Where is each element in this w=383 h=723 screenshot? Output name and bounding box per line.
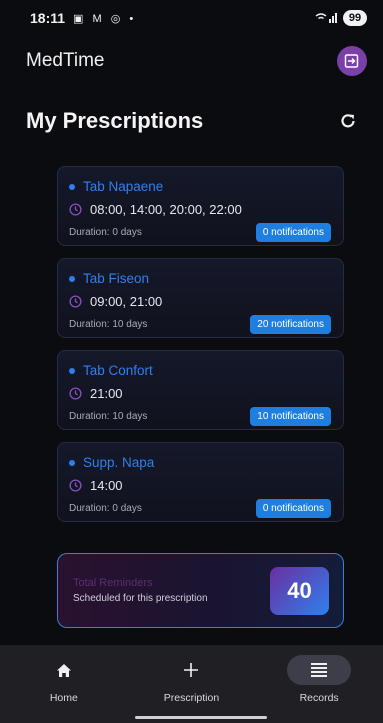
clock-icon [69, 295, 82, 308]
status-bar: 18:11 ▣ M ◎ • 99 [0, 0, 383, 36]
nav-label-home: Home [49, 692, 78, 704]
status-time: 18:11 [30, 10, 66, 26]
battery-level: 99 [343, 10, 367, 26]
prescription-name: Tab Fiseon [83, 271, 150, 286]
notifications-badge: 0 notifications [255, 223, 331, 242]
prescription-list: Tab Napaene 08:00, 14:00, 20:00, 22:00 D… [57, 166, 344, 534]
status-notification-icons: ▣ M ◎ • [73, 12, 137, 25]
total-reminders-title: Total Reminders [73, 577, 153, 589]
notifications-badge: 20 notifications [250, 315, 331, 334]
prescription-times: 09:00, 21:00 [90, 294, 163, 309]
prescription-card[interactable]: Tab Fiseon 09:00, 21:00 Duration: 10 day… [57, 258, 344, 338]
home-icon [56, 663, 71, 677]
plus-icon [184, 663, 199, 677]
nav-item-home[interactable]: Home [9, 655, 119, 723]
prescription-times: 14:00 [90, 478, 123, 493]
notifications-badge: 0 notifications [255, 499, 331, 518]
bullet-dot [69, 459, 75, 466]
bullet-dot [69, 183, 75, 190]
refresh-icon [341, 114, 355, 128]
app-title: MedTime [26, 50, 105, 71]
page-title: My Prescriptions [26, 108, 204, 133]
prescription-times: 21:00 [90, 386, 123, 401]
prescription-card[interactable]: Supp. Napa 14:00 Duration: 0 days 0 noti… [57, 442, 344, 522]
home-gesture-bar[interactable] [135, 716, 267, 719]
clock-icon [69, 203, 82, 216]
list-icon [311, 663, 328, 677]
total-reminders-subtitle: Scheduled for this prescription [73, 593, 208, 604]
nav-item-prescription[interactable]: Prescription [136, 655, 246, 723]
prescription-duration: Duration: 10 days [69, 319, 148, 330]
bullet-dot [69, 275, 75, 282]
logout-button[interactable] [337, 46, 367, 76]
prescription-card[interactable]: Tab Confort 21:00 Duration: 10 days 10 n… [57, 350, 344, 430]
prescription-card[interactable]: Tab Napaene 08:00, 14:00, 20:00, 22:00 D… [57, 166, 344, 246]
refresh-button[interactable] [335, 108, 361, 134]
prescription-name: Supp. Napa [83, 455, 155, 470]
nav-label-prescription: Prescription [163, 692, 220, 704]
page-header: My Prescriptions [0, 86, 383, 156]
prescription-duration: Duration: 10 days [69, 411, 148, 422]
prescription-times: 08:00, 14:00, 20:00, 22:00 [90, 202, 242, 217]
clock-icon [69, 387, 82, 400]
bullet-dot [69, 367, 75, 374]
logout-icon [344, 54, 359, 68]
prescription-name: Tab Napaene [83, 179, 164, 194]
app-bar: MedTime [0, 36, 383, 86]
wifi-signal-icon [315, 13, 337, 23]
nav-label-records: Records [299, 692, 339, 704]
total-reminders-count: 40 [270, 566, 329, 615]
notifications-badge: 10 notifications [250, 407, 331, 426]
prescription-duration: Duration: 0 days [69, 503, 142, 514]
total-reminders-card: Total Reminders Scheduled for this presc… [57, 553, 344, 628]
clock-icon [69, 479, 82, 492]
prescription-name: Tab Confort [83, 363, 153, 378]
prescription-duration: Duration: 0 days [69, 227, 142, 238]
nav-item-records[interactable]: Records [264, 655, 374, 723]
bottom-navigation: Home Prescription Records [0, 645, 383, 723]
